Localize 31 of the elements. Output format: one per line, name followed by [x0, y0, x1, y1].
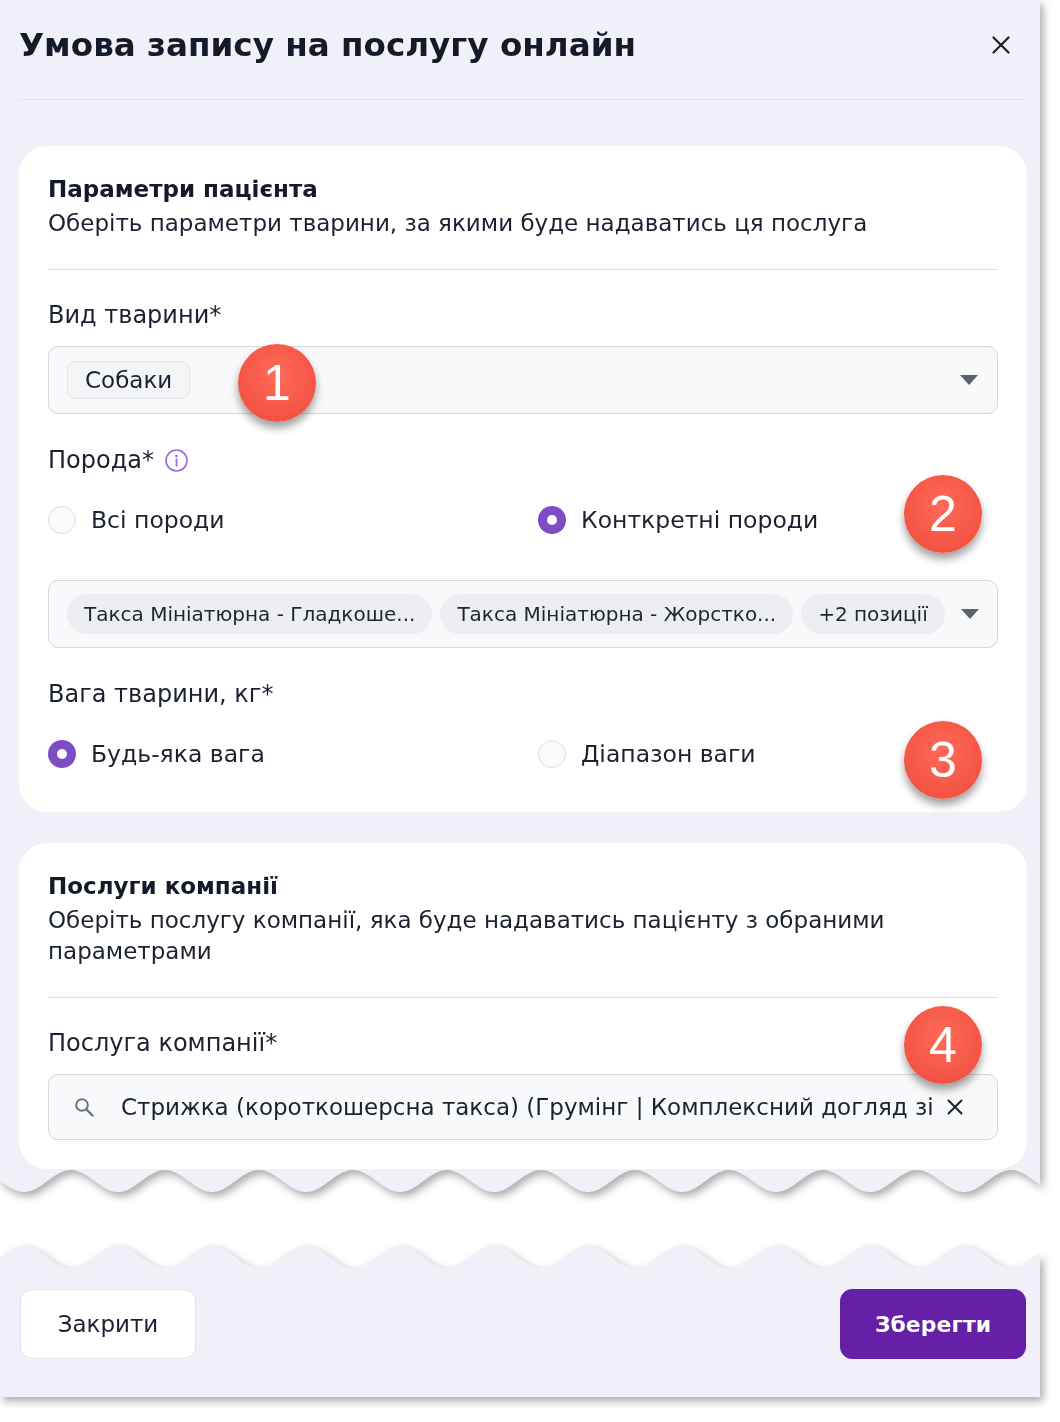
field-label: Вид тварини* [48, 300, 222, 331]
search-field[interactable]: Стрижка (короткошерсна такса) (Грумінг | Комплексний догляд зі [48, 1074, 998, 1140]
section-title: Послуги компанії [48, 872, 279, 901]
clear-icon[interactable] [947, 1099, 963, 1115]
close-icon [992, 36, 1010, 54]
option-label[interactable]: Конткретні породи [581, 504, 819, 536]
secondary-button[interactable]: Закрити [20, 1289, 196, 1359]
section-title: Параметри пацієнта [48, 175, 319, 204]
option-label[interactable]: Будь-яка вага [91, 738, 265, 770]
primary-button[interactable]: Зберегти [840, 1289, 1026, 1359]
field-label: Вага тварини, кг* [48, 679, 274, 710]
info-icon[interactable] [164, 448, 188, 472]
radio-button[interactable] [538, 506, 566, 534]
option-label[interactable]: Всі породи [91, 504, 225, 536]
section-description: Оберіть послугу компанії, яка буде надаватись пацієнту з обраними параметрами [48, 906, 886, 966]
dialog-title: Умова запису на послугу онлайн [19, 25, 636, 66]
multi-select-field[interactable]: Такса Мініатюрна - Гладкоше... Такса Мініатюрна - Жорстко... +2 позиції [48, 580, 998, 648]
option-label[interactable]: Діапазон ваги [581, 738, 756, 770]
field-label: Послуга компанії* [48, 1028, 278, 1059]
section-description: Оберіть параметри тварини, за якими буде надаватись ця послуга [48, 209, 869, 238]
selected-tag: +2 позиції [801, 594, 945, 634]
selected-tag: Собаки [67, 361, 191, 399]
radio-button[interactable] [48, 740, 76, 768]
selected-tag: Такса Мініатюрна - Жорстко... [440, 594, 794, 634]
caret-icon [960, 375, 978, 385]
field-label: Порода* [48, 445, 154, 476]
radio-button[interactable] [538, 740, 566, 768]
search-icon [74, 1097, 94, 1117]
selected-tag: Такса Мініатюрна - Гладкоше... [67, 594, 433, 634]
caret-icon [960, 609, 979, 619]
radio-button[interactable] [48, 506, 76, 534]
